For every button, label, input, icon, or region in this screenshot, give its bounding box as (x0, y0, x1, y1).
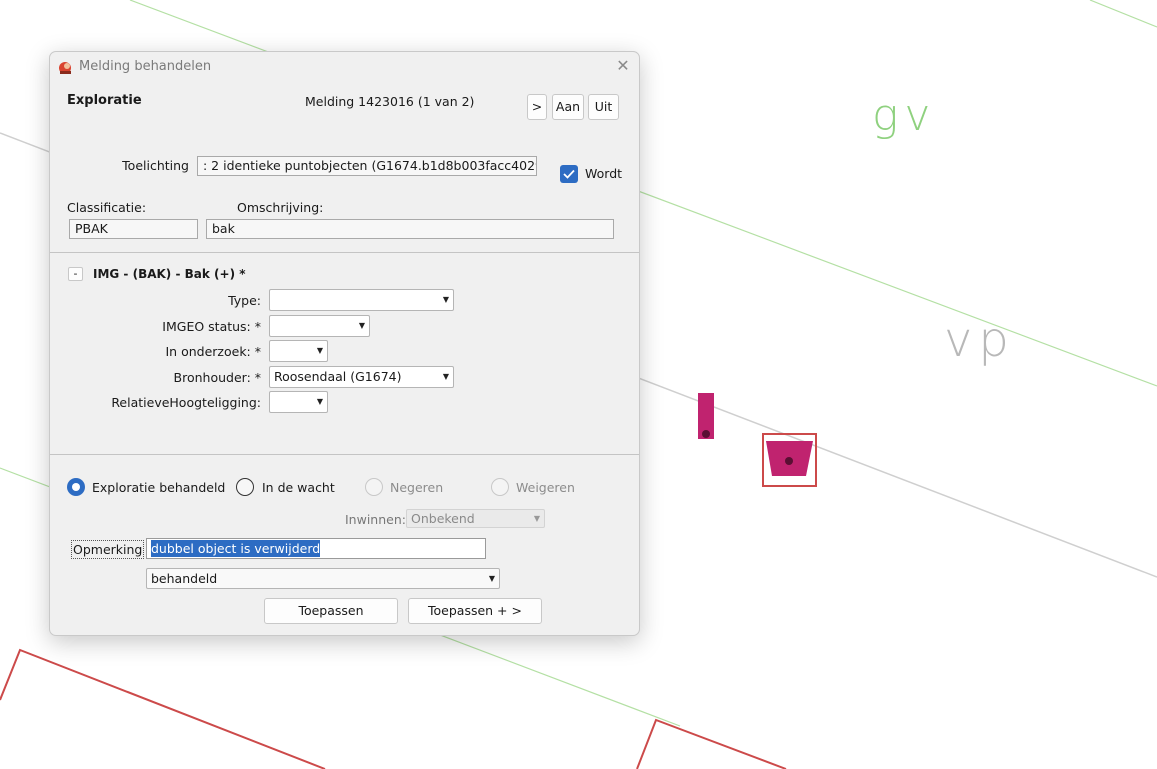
radio-dot (72, 483, 80, 491)
melding-dialog: Melding behandelen ✕ Exploratie Melding … (49, 51, 640, 636)
close-icon[interactable]: ✕ (613, 56, 633, 76)
separator-bottom (50, 454, 639, 455)
toepassen-next-button[interactable]: Toepassen + > (408, 598, 542, 624)
classificatie-field: PBAK (69, 219, 198, 239)
chevron-down-icon: ▼ (358, 321, 365, 330)
map-label-gv: gv (872, 90, 937, 141)
object-point (702, 430, 710, 438)
chevron-down-icon: ▼ (533, 514, 540, 523)
toelichting-label: Toelichting (122, 158, 189, 173)
toelichting-field[interactable]: : 2 identieke puntobjecten (G1674.b1d8b0… (197, 156, 537, 176)
in-onderzoek-select[interactable]: ▼ (269, 340, 328, 362)
in-onderzoek-label: In onderzoek: * (165, 344, 262, 359)
collapse-button[interactable]: - (68, 267, 83, 281)
inwinnen-value: Onbekend (411, 511, 475, 526)
chevron-down-icon: ▼ (488, 574, 495, 583)
hoogteligging-select[interactable]: ▼ (269, 391, 328, 413)
wordt-checkbox[interactable] (560, 165, 578, 183)
dialog-titlebar[interactable]: Melding behandelen ✕ (50, 52, 639, 82)
checkmark-icon (563, 169, 575, 179)
resultaat-select[interactable]: behandeld ▼ (146, 568, 500, 589)
bronhouder-select[interactable]: Roosendaal (G1674) ▼ (269, 366, 454, 388)
parcel-outline-left (0, 648, 326, 769)
bak-center-point (785, 457, 793, 465)
radio-in-de-wacht[interactable] (236, 478, 254, 496)
uit-button[interactable]: Uit (588, 94, 619, 120)
map-label-vp: vp (944, 312, 1015, 368)
resultaat-value: behandeld (151, 571, 218, 586)
radio-exploratie-behandeld[interactable] (67, 478, 85, 496)
green-line-top-right (1089, 0, 1157, 28)
weigeren-label: Weigeren (516, 480, 575, 495)
exploratie-behandeld-label: Exploratie behandeld (92, 480, 226, 495)
opmerking-text: dubbel object is verwijderd (151, 540, 321, 557)
dialog-title: Melding behandelen (79, 59, 212, 74)
type-label: Type: (228, 293, 261, 308)
negeren-label: Negeren (390, 480, 444, 495)
parcel-outline-right (636, 718, 787, 769)
imgeo-status-label: IMGEO status: * (162, 319, 261, 334)
hoogteligging-label: RelatieveHoogteligging: (111, 395, 261, 410)
section-title: Exploratie (67, 93, 142, 108)
bronhouder-value: Roosendaal (G1674) (274, 369, 402, 384)
imgeo-status-select[interactable]: ▼ (269, 315, 370, 337)
chevron-down-icon: ▼ (316, 346, 323, 355)
chevron-down-icon: ▼ (442, 295, 449, 304)
app-icon (59, 62, 71, 74)
aan-button[interactable]: Aan (552, 94, 584, 120)
omschrijving-label: Omschrijving: (237, 200, 324, 215)
type-select[interactable]: ▼ (269, 289, 454, 311)
next-melding-button[interactable]: > (527, 94, 547, 120)
in-de-wacht-label: In de wacht (262, 480, 335, 495)
chevron-down-icon: ▼ (442, 372, 449, 381)
inwinnen-label: Inwinnen: (345, 512, 406, 527)
radio-weigeren (491, 478, 509, 496)
toepassen-button[interactable]: Toepassen (264, 598, 398, 624)
inwinnen-select: Onbekend ▼ (406, 509, 545, 528)
separator-top (50, 252, 639, 253)
wordt-label: Wordt (585, 166, 623, 181)
radio-negeren (365, 478, 383, 496)
melding-counter: Melding 1423016 (1 van 2) (305, 94, 475, 109)
bronhouder-label: Bronhouder: * (173, 370, 261, 385)
omschrijving-field: bak (206, 219, 614, 239)
opmerking-input[interactable]: dubbel object is verwijderd (146, 538, 486, 559)
chevron-down-icon: ▼ (316, 397, 323, 406)
object-title: IMG - (BAK) - Bak (+) * (93, 267, 246, 281)
opmerking-label: Opmerking (71, 540, 145, 559)
classificatie-label: Classificatie: (67, 200, 147, 215)
